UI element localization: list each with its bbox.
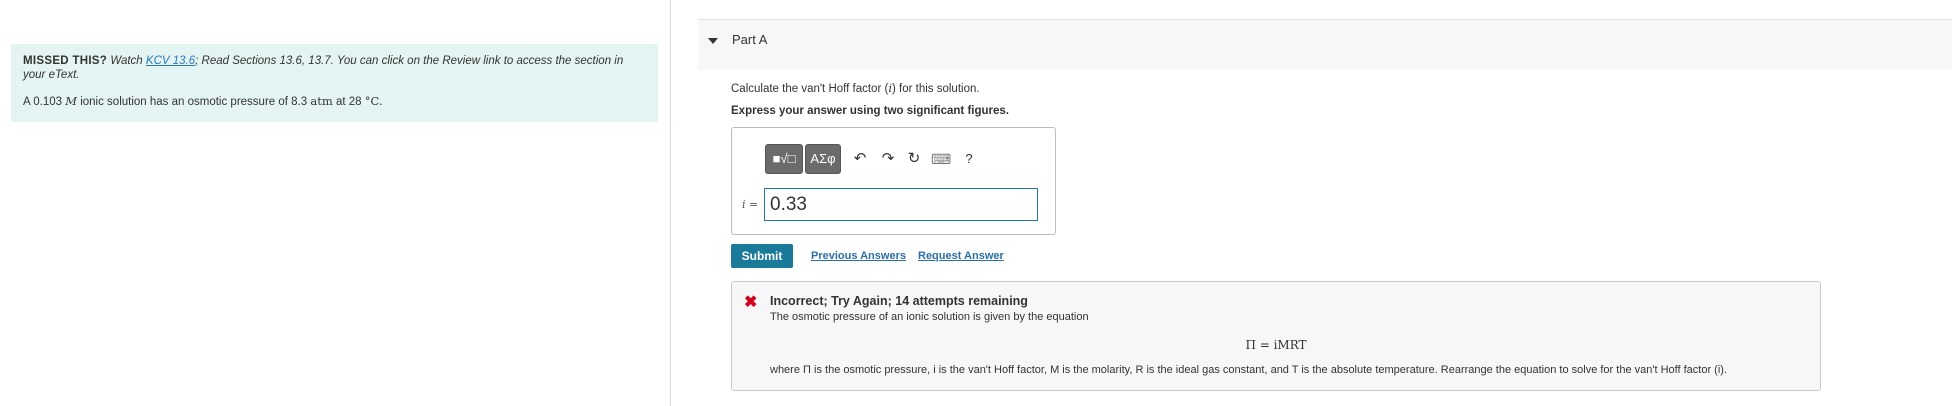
answer-input[interactable] xyxy=(764,188,1038,221)
undo-icon[interactable]: ↶ xyxy=(851,150,869,168)
osmotic-equation: Π = iMRT xyxy=(1245,338,1307,352)
request-answer-link[interactable]: Request Answer xyxy=(918,250,1004,262)
watch-prefix: Watch xyxy=(110,55,143,67)
previous-answers-link[interactable]: Previous Answers xyxy=(811,250,906,262)
hint-text: MISSED THIS? Watch KCV 13.6; Read Sectio… xyxy=(23,54,646,82)
template-icon: ■√□ xyxy=(772,151,796,166)
problem-statement: A 0.103 M ionic solution has an osmotic … xyxy=(23,94,383,108)
redo-icon[interactable]: ↷ xyxy=(879,150,897,168)
greek-button[interactable]: ΑΣφ xyxy=(805,144,841,174)
collapse-caret-icon[interactable] xyxy=(706,34,720,48)
hint-box: MISSED THIS? Watch KCV 13.6; Read Sectio… xyxy=(11,44,658,122)
help-icon[interactable]: ? xyxy=(960,150,978,168)
missed-label: MISSED THIS? xyxy=(23,55,108,67)
greek-icon: ΑΣφ xyxy=(810,151,836,166)
keyboard-icon[interactable]: ⌨ xyxy=(931,150,951,168)
feedback-explanation: where Π is the osmotic pressure, i is th… xyxy=(770,364,1727,376)
answer-box: ■√□ ΑΣφ ↶ ↷ ↻ ⌨ ? i = xyxy=(731,127,1056,235)
question-text: Calculate the van't Hoff factor (i) for … xyxy=(731,81,980,95)
part-title: Part A xyxy=(732,32,768,47)
left-pane: MISSED THIS? Watch KCV 13.6; Read Sectio… xyxy=(0,0,670,406)
instruction-text: Express your answer using two significan… xyxy=(731,105,1009,117)
template-button[interactable]: ■√□ xyxy=(765,144,803,174)
part-header[interactable]: Part A xyxy=(698,19,1952,70)
submit-button[interactable]: Submit xyxy=(731,244,793,268)
feedback-title: Incorrect; Try Again; 14 attempts remain… xyxy=(770,294,1028,308)
feedback-text: The osmotic pressure of an ionic solutio… xyxy=(770,311,1089,323)
error-x-icon: ✖ xyxy=(744,294,758,311)
reset-icon[interactable]: ↻ xyxy=(905,150,923,168)
kcv-link[interactable]: KCV 13.6 xyxy=(146,55,195,67)
right-pane: Part A Calculate the van't Hoff factor (… xyxy=(671,0,1952,406)
feedback-box: ✖ Incorrect; Try Again; 14 attempts rema… xyxy=(731,281,1821,391)
answer-variable-label: i = xyxy=(742,198,759,211)
